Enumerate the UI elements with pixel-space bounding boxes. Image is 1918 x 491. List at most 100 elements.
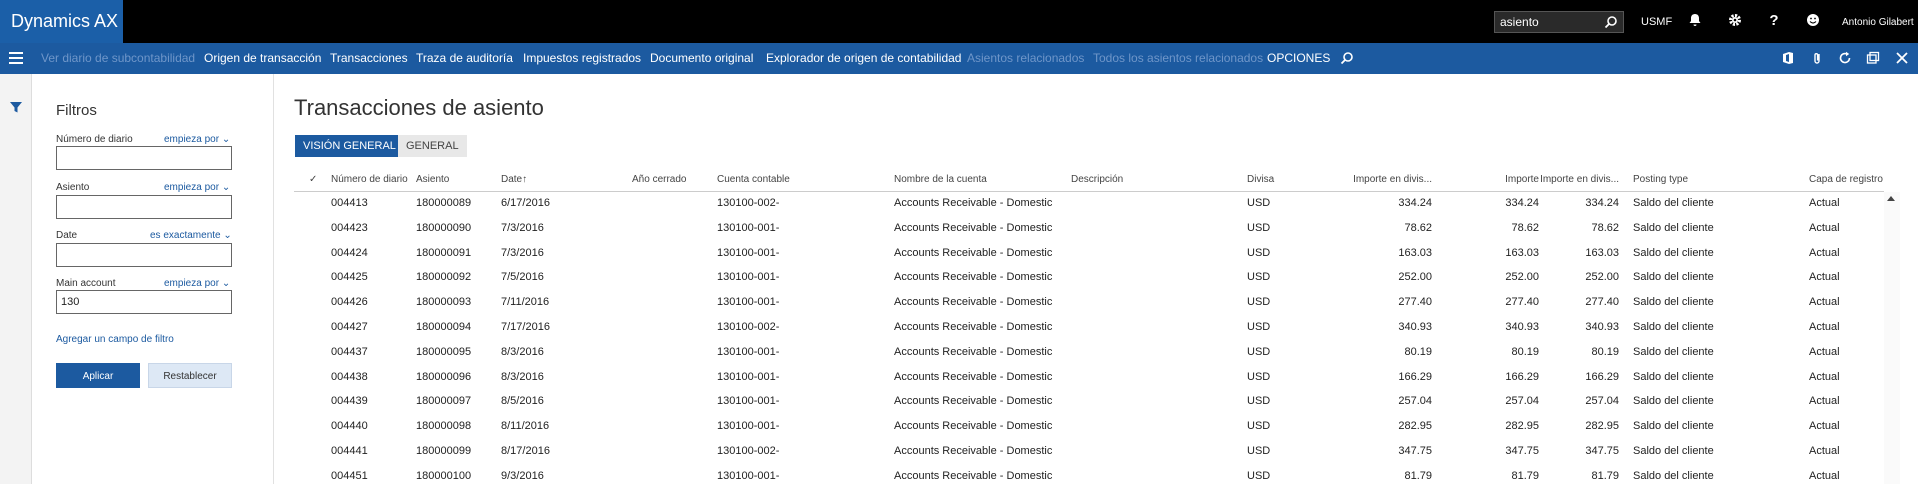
cell-posting-type: Saldo del cliente	[1633, 370, 1714, 383]
column-header-capa-registro[interactable]: Capa de registro	[1809, 168, 1883, 192]
table-row[interactable]: 004413 180000089 6/17/2016 130100-002- Accou…	[294, 193, 1884, 218]
cell-cuenta-contable: 130100-001-	[717, 370, 780, 383]
add-filter-field-link[interactable]: Agregar un campo de filtro	[56, 334, 174, 345]
action-traza-auditoria[interactable]: Traza de auditoría	[416, 43, 513, 74]
filter-input-numero-diario[interactable]	[56, 146, 232, 170]
filter-input-asiento[interactable]	[56, 195, 232, 219]
cell-date: 7/3/2016	[501, 221, 544, 234]
cell-cuenta-contable: 130100-002-	[717, 197, 780, 209]
table-row[interactable]: 004424 180000091 7/3/2016 130100-001- Accoun…	[294, 243, 1884, 268]
filter-funnel-icon[interactable]	[9, 100, 23, 114]
cell-nombre-cuenta: Accounts Receivable - Domestic	[894, 445, 1053, 457]
tab-general[interactable]: GENERAL	[398, 135, 467, 157]
select-all-check-icon[interactable]: ✓	[309, 168, 317, 192]
cell-asiento: 180000089	[416, 197, 472, 209]
column-header-nombre-cuenta[interactable]: Nombre de la cuenta	[894, 168, 987, 192]
office-icon[interactable]	[1781, 51, 1795, 65]
action-documento-original[interactable]: Documento original	[650, 43, 753, 74]
global-search-input[interactable]: asiento	[1494, 11, 1624, 33]
tab-vision-general[interactable]: VISIÓN GENERAL	[295, 135, 404, 157]
action-explorador-origen-contabilidad[interactable]: Explorador de origen de contabilidad	[766, 43, 961, 74]
filter-operator-main-account[interactable]: empieza por ⌄	[164, 278, 230, 289]
cell-numero-diario: 004426	[331, 296, 368, 309]
popout-icon[interactable]	[1866, 51, 1880, 65]
cell-nombre-cuenta: Accounts Receivable - Domestic	[894, 469, 1053, 482]
table-row[interactable]: 004425 180000092 7/5/2016 130100-001- Accoun…	[294, 267, 1884, 292]
table-row[interactable]: 004423 180000090 7/3/2016 130100-001- Accoun…	[294, 218, 1884, 243]
column-header-descripcion[interactable]: Descripción	[1071, 168, 1123, 192]
cell-capa-registro: Actual	[1809, 296, 1840, 309]
filter-input-main-account[interactable]: 130	[56, 290, 232, 314]
cell-importe-divisa: 252.00	[1398, 271, 1432, 284]
user-name[interactable]: Antonio Gilabert	[1842, 0, 1914, 43]
apply-button[interactable]: Aplicar	[56, 363, 140, 388]
cell-capa-registro: Actual	[1809, 321, 1840, 333]
cell-date: 7/3/2016	[501, 246, 544, 259]
column-header-importe[interactable]: Importe	[1454, 168, 1539, 192]
table-row[interactable]: 004438 180000096 8/3/2016 130100-001- Accoun…	[294, 367, 1884, 392]
action-transacciones[interactable]: Transacciones	[330, 43, 408, 74]
cell-importe-divisa: 81.79	[1404, 469, 1432, 482]
column-header-date[interactable]: Date↑	[501, 168, 527, 192]
refresh-icon[interactable]	[1838, 51, 1852, 65]
column-header-importe-divisa[interactable]: Importe en divis...	[1324, 168, 1432, 192]
action-impuestos-registrados[interactable]: Impuestos registrados	[523, 43, 641, 74]
search-value: asiento	[1500, 15, 1539, 29]
table-row[interactable]: 004427 180000094 7/17/2016 130100-002- Accou…	[294, 317, 1884, 342]
table-row[interactable]: 004451 180000100 9/3/2016 130100-001- Accoun…	[294, 466, 1884, 491]
column-header-posting-type[interactable]: Posting type	[1633, 168, 1688, 192]
close-icon[interactable]	[1895, 51, 1909, 65]
vertical-scrollbar[interactable]	[1884, 192, 1900, 484]
cell-importe-divisa-2: 257.04	[1585, 395, 1619, 408]
action-origen-transaccion[interactable]: Origen de transacción	[204, 43, 321, 74]
cell-importe: 78.62	[1511, 221, 1539, 234]
gear-icon[interactable]	[1726, 12, 1744, 30]
column-header-numero-diario[interactable]: Número de diario	[331, 168, 408, 192]
table-row[interactable]: 004440 180000098 8/11/2016 130100-001- Accou…	[294, 416, 1884, 441]
cell-divisa: USD	[1247, 370, 1271, 383]
search-icon[interactable]	[1604, 15, 1618, 29]
column-header-asiento[interactable]: Asiento	[416, 168, 449, 192]
cell-nombre-cuenta: Accounts Receivable - Domestic	[894, 197, 1053, 209]
cell-posting-type: Saldo del cliente	[1633, 321, 1714, 333]
column-header-divisa[interactable]: Divisa	[1247, 168, 1274, 192]
action-opciones[interactable]: OPCIONES	[1267, 43, 1330, 74]
hamburger-menu-icon[interactable]	[9, 52, 23, 64]
company-selector[interactable]: USMF	[1641, 0, 1672, 43]
cell-cuenta-contable: 130100-001-	[717, 420, 780, 433]
cell-posting-type: Saldo del cliente	[1633, 420, 1714, 433]
bell-icon[interactable]	[1686, 12, 1704, 30]
table-row[interactable]: 004441 180000099 8/17/2016 130100-002- Accou…	[294, 441, 1884, 466]
table-row[interactable]: 004437 180000095 8/3/2016 130100-001- Accoun…	[294, 342, 1884, 367]
filter-operator-numero-diario[interactable]: empieza por ⌄	[164, 134, 230, 145]
cell-posting-type: Saldo del cliente	[1633, 296, 1714, 309]
cell-importe-divisa: 166.29	[1398, 370, 1432, 383]
cell-divisa: USD	[1247, 296, 1271, 309]
cell-importe: 340.93	[1505, 321, 1539, 333]
cell-nombre-cuenta: Accounts Receivable - Domestic	[894, 221, 1053, 234]
column-header-importe-divisa-2[interactable]: Importe en divis...	[1539, 168, 1619, 192]
action-ver-diario-subcontabilidad: Ver diario de subcontabilidad	[41, 51, 196, 65]
table-row[interactable]: 004439 180000097 8/5/2016 130100-001- Accoun…	[294, 391, 1884, 416]
cell-asiento: 180000093	[416, 296, 472, 309]
cell-cuenta-contable: 130100-001-	[717, 395, 780, 408]
chevron-down-icon: ⌄	[221, 134, 231, 145]
scroll-up-arrow-icon[interactable]	[1887, 196, 1895, 201]
column-header-ano-cerrado[interactable]: Año cerrado	[632, 168, 686, 192]
cell-posting-type: Saldo del cliente	[1633, 395, 1714, 408]
action-todos-asientos-relacionados: Todos los asientos relacionados	[1093, 51, 1264, 65]
attachment-icon[interactable]	[1810, 51, 1824, 65]
reset-button[interactable]: Restablecer	[148, 363, 232, 388]
table-row[interactable]: 004426 180000093 7/11/2016 130100-001- Accou…	[294, 292, 1884, 317]
help-icon[interactable]: ?	[1765, 12, 1783, 30]
column-header-cuenta-contable[interactable]: Cuenta contable	[717, 168, 790, 192]
cell-importe: 81.79	[1511, 469, 1539, 482]
cell-capa-registro: Actual	[1809, 345, 1840, 358]
cell-nombre-cuenta: Accounts Receivable - Domestic	[894, 246, 1053, 259]
smiley-icon[interactable]	[1804, 12, 1822, 30]
filter-input-date[interactable]	[56, 243, 232, 267]
filter-operator-asiento[interactable]: empieza por ⌄	[164, 182, 230, 193]
search-icon[interactable]	[1340, 51, 1354, 65]
app-brand[interactable]: Dynamics AX	[0, 0, 123, 43]
filter-operator-date[interactable]: es exactamente ⌄	[150, 230, 232, 241]
